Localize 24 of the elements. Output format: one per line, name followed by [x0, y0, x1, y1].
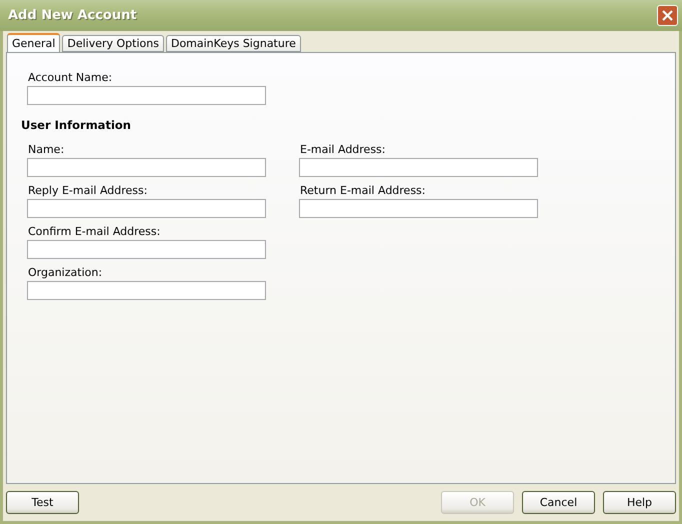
text-field[interactable]	[299, 158, 538, 177]
field-label: Confirm E-mail Address:	[27, 225, 162, 240]
text-field[interactable]	[27, 158, 266, 177]
text-field[interactable]	[27, 240, 266, 259]
dialog-button[interactable]: Test	[6, 491, 79, 514]
field-label: Reply E-mail Address:	[27, 184, 148, 199]
field-label: E-mail Address:	[299, 143, 386, 158]
text-field[interactable]	[299, 199, 538, 218]
field-label: Return E-mail Address:	[299, 184, 426, 199]
field-label: Account Name:	[27, 71, 114, 86]
window-title: Add New Account	[8, 8, 137, 23]
dialog-button[interactable]: Help	[603, 491, 676, 514]
close-button[interactable]	[657, 5, 678, 26]
close-icon	[661, 9, 674, 22]
dialog-button[interactable]: Cancel	[522, 491, 595, 514]
field-label: Name:	[27, 143, 66, 158]
section-heading: User Information	[21, 118, 132, 132]
tab[interactable]: Delivery Options	[62, 35, 164, 52]
text-field[interactable]	[27, 86, 266, 105]
tab[interactable]: DomainKeys Signature	[166, 35, 301, 52]
text-field[interactable]	[27, 281, 266, 300]
field-label: Organization:	[27, 266, 104, 281]
text-field[interactable]	[27, 199, 266, 218]
tab[interactable]: General	[7, 33, 60, 52]
